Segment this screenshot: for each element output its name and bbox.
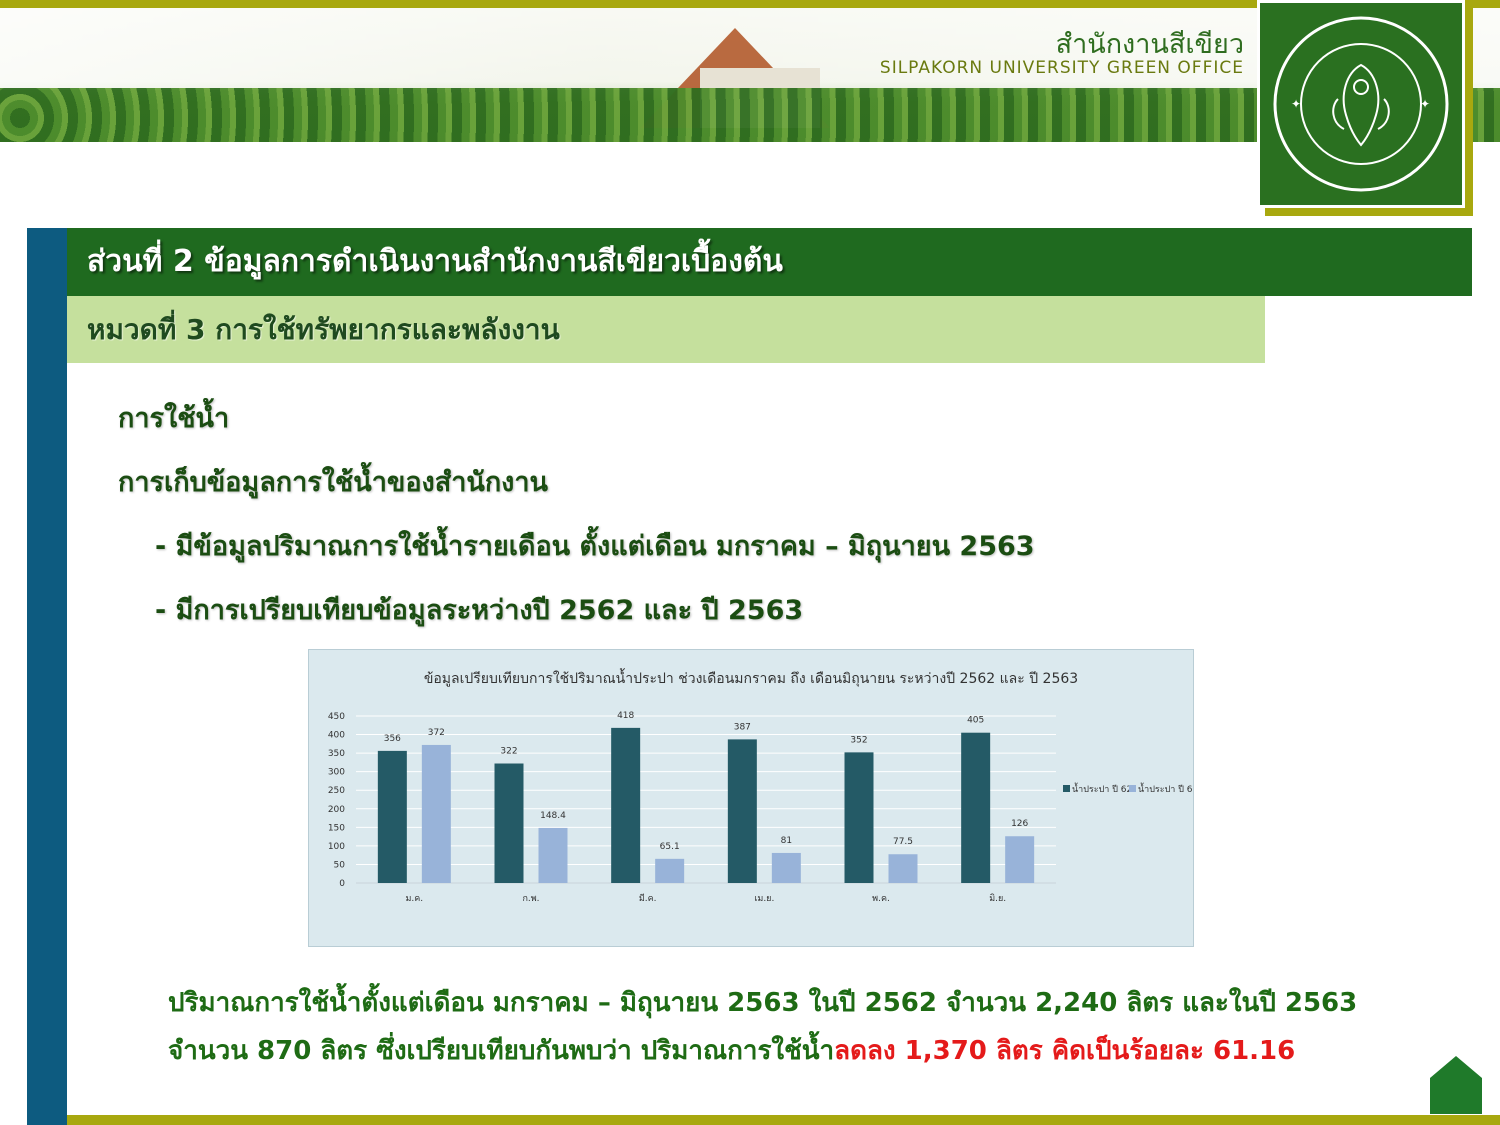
data-label: 418 [617,711,634,721]
x-tick-label: พ.ค. [872,894,890,904]
x-tick-label: มิ.ย. [989,893,1006,904]
bar-y63 [888,854,918,883]
bar-y63 [655,858,685,883]
summary-line-2: จำนวน 870 ลิตร ซึ่งเปรียบเทียบกันพบว่า ป… [168,1030,1295,1071]
data-label: 126 [1011,819,1028,829]
y-tick-label: 400 [328,731,345,741]
bar-y63 [421,744,451,883]
data-label: 65.1 [660,842,680,852]
data-label: 387 [734,722,751,732]
data-label: 148.4 [540,811,566,821]
bar-y62 [611,727,641,883]
summary-highlight: ลดลง 1,370 ลิตร คิดเป็นร้อยละ 61.16 [834,1036,1296,1066]
bar-y62 [377,750,407,883]
bar-y62 [727,739,757,883]
office-title-english: SILPAKORN UNIVERSITY GREEN OFFICE [879,58,1244,78]
data-label: 77.5 [893,837,913,847]
bar-y62 [961,732,991,883]
legend-label: น้ำประปา ปี 63 [1138,782,1193,795]
bar-y62 [844,752,874,883]
y-tick-label: 200 [328,805,345,815]
chart-svg: ข้อมูลเปรียบเทียบการใช้ปริมาณน้ำประปา ช่… [328,668,1198,904]
data-label: 372 [428,728,445,738]
y-tick-label: 450 [328,712,345,722]
y-tick-label: 100 [328,842,345,852]
bullet-monthly-data: - มีข้อมูลปริมาณการใช้น้ำรายเดือน ตั้งแต… [155,531,1035,562]
x-tick-label: ก.พ. [522,894,539,904]
category-title: หมวดที่ 3 การใช้ทรัพยากรและพลังงาน [67,296,1265,363]
section-title: ส่วนที่ 2 ข้อมูลการดำเนินงานสำนักงานสีเข… [67,228,1472,296]
y-tick-label: 300 [328,768,345,778]
bar-y62 [494,763,524,883]
heading-water-use: การใช้น้ำ [118,403,230,434]
university-logo: ✦ ✦ [1257,0,1465,208]
summary-line-2-text: จำนวน 870 ลิตร ซึ่งเปรียบเทียบกันพบว่า ป… [168,1036,835,1066]
y-tick-label: 150 [328,823,345,833]
data-label: 352 [850,735,867,745]
water-usage-chart: ข้อมูลเปรียบเทียบการใช้ปริมาณน้ำประปา ช่… [308,649,1198,947]
heading-data-collection: การเก็บข้อมูลการใช้น้ำของสำนักงาน [118,467,548,498]
bullet-comparison: - มีการเปรียบเทียบข้อมูลระหว่างปี 2562 แ… [155,595,804,626]
data-label: 405 [967,716,984,726]
x-tick-label: ม.ค. [405,894,423,904]
data-label: 356 [384,734,401,744]
y-tick-label: 0 [339,879,345,889]
x-tick-label: เม.ย. [754,894,774,904]
legend-swatch [1063,785,1070,792]
bar-y63 [771,852,801,883]
bar-y63 [1005,836,1035,883]
chart-title: ข้อมูลเปรียบเทียบการใช้ปริมาณน้ำประปา ช่… [424,668,1078,687]
y-tick-label: 250 [328,786,345,796]
y-tick-label: 50 [334,860,346,870]
bottom-accent-bar [67,1115,1500,1125]
bar-y63 [538,827,568,883]
left-accent-bar [27,228,67,1125]
data-label: 81 [781,836,792,846]
summary-line-1: ปริมาณการใช้น้ำตั้งแต่เดือน มกราคม – มิถ… [168,988,1358,1018]
x-tick-label: มี.ค. [639,893,657,904]
data-label: 322 [500,747,517,757]
university-seal-icon: ✦ ✦ [1273,16,1449,192]
y-tick-label: 350 [328,749,345,759]
legend-label: น้ำประปา ปี 62 [1072,782,1132,795]
legend-swatch [1129,785,1136,792]
svg-text:✦: ✦ [1420,97,1430,111]
svg-text:✦: ✦ [1291,97,1301,111]
home-icon[interactable] [1430,1056,1482,1114]
